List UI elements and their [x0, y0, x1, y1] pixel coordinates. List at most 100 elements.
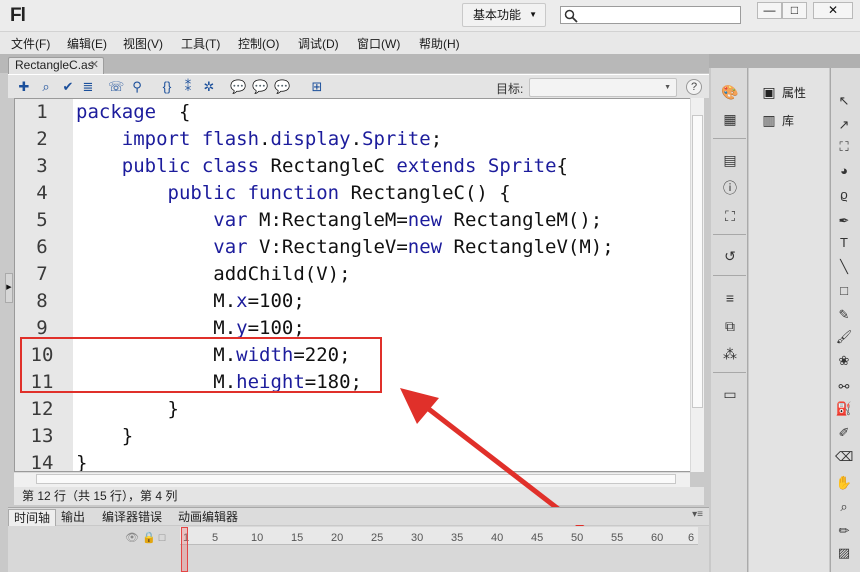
workspace-label: 基本功能 — [473, 8, 522, 22]
line-number: 1 — [36, 101, 48, 123]
remove-comment-icon[interactable]: 💬 — [274, 79, 290, 95]
collapse-between-braces-icon[interactable]: {} — [159, 79, 175, 95]
chevron-down-icon: ▼ — [529, 10, 537, 19]
help-search-input[interactable] — [560, 6, 741, 24]
collapse-selection-icon[interactable]: ⁑ — [180, 79, 196, 95]
eye-icon[interactable]: 👁 — [125, 532, 139, 544]
color-icon[interactable]: 🎨 — [720, 82, 740, 102]
close-icon[interactable]: ✕ — [90, 58, 99, 73]
help-button[interactable]: ? — [686, 79, 702, 95]
code-text: } — [76, 425, 134, 447]
outline-icon[interactable]: □ — [159, 532, 166, 544]
menu-view[interactable]: 视图(V) — [123, 35, 163, 52]
paint-bucket-tool-icon[interactable]: ⛽ — [835, 400, 853, 418]
transform-icon[interactable]: ⛶ — [720, 206, 740, 226]
frame-ruler[interactable]: 1 5 10 15 20 25 30 35 40 45 50 55 60 6 — [180, 527, 698, 545]
line-number: 8 — [36, 290, 48, 312]
tab-motion-editor[interactable]: 动画编辑器 — [173, 509, 243, 526]
code-snippets-icon[interactable]: ≡ — [720, 288, 740, 308]
tab-compiler-errors[interactable]: 编译器错误 — [97, 509, 167, 526]
maximize-button[interactable]: □ — [782, 2, 807, 19]
3d-rotation-tool-icon[interactable]: ◕ — [835, 162, 853, 180]
swatches-icon[interactable]: ▦ — [720, 109, 740, 129]
apply-line-comment-icon[interactable]: 💬 — [252, 79, 268, 95]
zoom-tool-icon[interactable]: ⌕ — [835, 498, 853, 516]
menu-tools[interactable]: 工具(T) — [181, 35, 220, 52]
minimize-button[interactable]: — — [757, 2, 782, 19]
tab-timeline[interactable]: 时间轴 — [8, 509, 57, 526]
find-icon[interactable]: ⌕ — [38, 79, 54, 95]
library-panel-tab[interactable]: ▥ 库 — [760, 112, 794, 129]
auto-format-icon[interactable]: ≣ — [80, 79, 96, 95]
lock-icon[interactable]: 🔒 — [142, 532, 156, 544]
target-select[interactable]: ▼ — [529, 78, 677, 97]
rectangle-tool-icon[interactable]: □ — [835, 282, 853, 300]
code-hint-icon[interactable]: ☏ — [108, 79, 124, 95]
text-tool-icon[interactable]: T — [835, 234, 853, 252]
code-text: public class RectangleC extends Sprite{ — [121, 155, 568, 177]
selection-tool-icon[interactable]: ↖ — [835, 92, 853, 110]
history-icon[interactable]: ↺ — [720, 246, 740, 266]
document-tab[interactable]: RectangleC.as ✕ — [8, 57, 104, 74]
playhead[interactable] — [181, 527, 188, 572]
code-line: 5 var M:RectangleM=new RectangleM(); — [15, 207, 703, 234]
code-text: var M:RectangleM=new RectangleM(); — [213, 209, 603, 231]
frame-tick: 6 — [688, 532, 695, 544]
code-line: 8 M.x=100; — [15, 288, 703, 315]
brush-tool-icon[interactable]: 🖌 — [835, 328, 853, 346]
pen-tool-icon[interactable]: ✒ — [835, 212, 853, 230]
pencil-tool-icon[interactable]: ✎ — [835, 306, 853, 324]
menu-debug[interactable]: 调试(D) — [298, 35, 339, 52]
eyedropper-tool-icon[interactable]: ✐ — [835, 424, 853, 442]
add-statement-icon[interactable]: ✚ — [16, 79, 32, 95]
expand-all-icon[interactable]: ✲ — [201, 79, 217, 95]
line-tool-icon[interactable]: ╲ — [835, 258, 853, 276]
target-label: 目标: — [496, 82, 524, 96]
menu-control[interactable]: 控制(O) — [238, 35, 279, 52]
properties-panel-tab[interactable]: ▣ 属性 — [760, 84, 806, 101]
menu-file[interactable]: 文件(F) — [11, 35, 50, 52]
align-icon[interactable]: ▤ — [720, 150, 740, 170]
show-hide-toolbox-icon[interactable]: ⊞ — [309, 79, 325, 95]
code-text: import flash.display.Sprite; — [121, 128, 443, 150]
free-transform-tool-icon[interactable]: ⛶ — [835, 138, 853, 156]
eraser-tool-icon[interactable]: ⌫ — [835, 448, 853, 466]
stroke-color-icon[interactable]: ✏ — [835, 522, 853, 540]
fill-color-icon[interactable]: ▨ — [835, 544, 853, 562]
lasso-tool-icon[interactable]: ϱ — [835, 186, 853, 204]
frame-tick: 25 — [371, 532, 384, 544]
document-tab-label: RectangleC.as — [15, 58, 94, 72]
project-icon[interactable]: ▭ — [720, 384, 740, 404]
subselection-tool-icon[interactable]: ↗ — [835, 116, 853, 134]
motion-presets-icon[interactable]: ⁂ — [720, 344, 740, 364]
code-text: M.x=100; — [76, 290, 305, 312]
hand-tool-icon[interactable]: ✋ — [835, 474, 853, 492]
panel-menu-icon[interactable]: ▾≡ — [692, 509, 703, 520]
chevron-down-icon: ▼ — [664, 84, 671, 91]
frame-tick: 15 — [291, 532, 304, 544]
library-icon: ▥ — [762, 112, 776, 128]
tab-output[interactable]: 输出 — [56, 509, 90, 526]
workspace-switcher[interactable]: 基本功能 ▼ — [462, 3, 546, 27]
deco-tool-icon[interactable]: ❀ — [835, 352, 853, 370]
library-label: 库 — [782, 114, 795, 128]
close-window-button[interactable]: ✕ — [813, 2, 853, 19]
menu-help[interactable]: 帮助(H) — [419, 35, 460, 52]
components-icon[interactable]: ⧉ — [720, 316, 740, 336]
menu-bar: 文件(F) 编辑(E) 视图(V) 工具(T) 控制(O) 调试(D) 窗口(W… — [0, 32, 860, 54]
editor-vertical-scroll-thumb[interactable] — [692, 115, 703, 408]
line-number: 6 — [36, 236, 48, 258]
frame-tick: 60 — [651, 532, 664, 544]
check-syntax-icon[interactable]: ✔ — [60, 79, 76, 95]
debug-options-icon[interactable]: ⚲ — [129, 79, 145, 95]
frame-tick: 20 — [331, 532, 344, 544]
code-line: 7 addChild(V); — [15, 261, 703, 288]
menu-window[interactable]: 窗口(W) — [357, 35, 400, 52]
menu-edit[interactable]: 编辑(E) — [67, 35, 107, 52]
frame-tick: 35 — [451, 532, 464, 544]
collapse-panel-handle[interactable]: ▶ — [5, 273, 13, 303]
frame-tick: 10 — [251, 532, 264, 544]
info-icon[interactable]: ⓘ — [720, 178, 740, 198]
bone-tool-icon[interactable]: ⚯ — [835, 378, 853, 396]
apply-block-comment-icon[interactable]: 💬 — [230, 79, 246, 95]
